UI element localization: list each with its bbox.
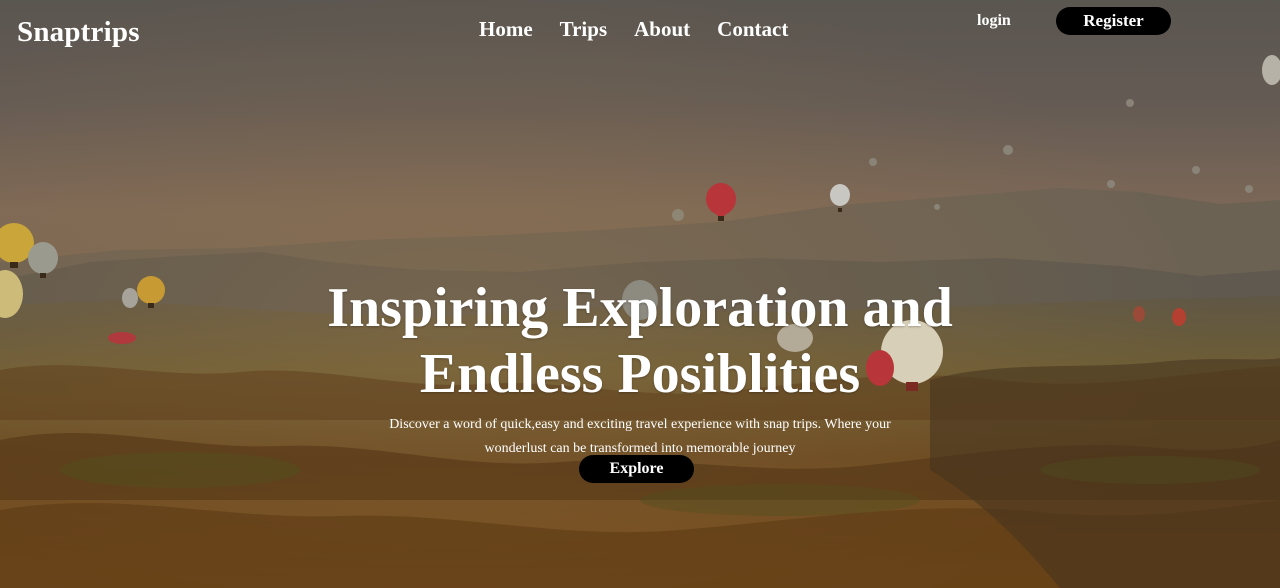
nav-trips-link[interactable]: Trips — [560, 17, 607, 42]
register-button[interactable]: Register — [1056, 7, 1171, 35]
site-logo[interactable]: Snaptrips — [17, 16, 140, 49]
login-link[interactable]: login — [977, 12, 1011, 30]
nav-contact-link[interactable]: Contact — [717, 17, 788, 42]
hero-title-line-2: Endless Posiblities — [419, 343, 861, 405]
nav-about-link[interactable]: About — [634, 17, 690, 42]
site-header: Snaptrips Home Trips About Contact login… — [0, 0, 1280, 60]
nav-home-link[interactable]: Home — [479, 17, 533, 42]
hero-section: Inspiring Exploration and Endless Posibl… — [0, 275, 1280, 461]
main-nav: Home Trips About Contact — [479, 17, 788, 42]
hero-description: Discover a word of quick,easy and exciti… — [389, 417, 891, 456]
explore-button[interactable]: Explore — [579, 455, 694, 483]
hero-title: Inspiring Exploration and Endless Posibl… — [290, 275, 990, 407]
landing-page: Snaptrips Home Trips About Contact login… — [0, 0, 1280, 588]
hero-title-line-1: Inspiring Exploration and — [327, 277, 953, 339]
